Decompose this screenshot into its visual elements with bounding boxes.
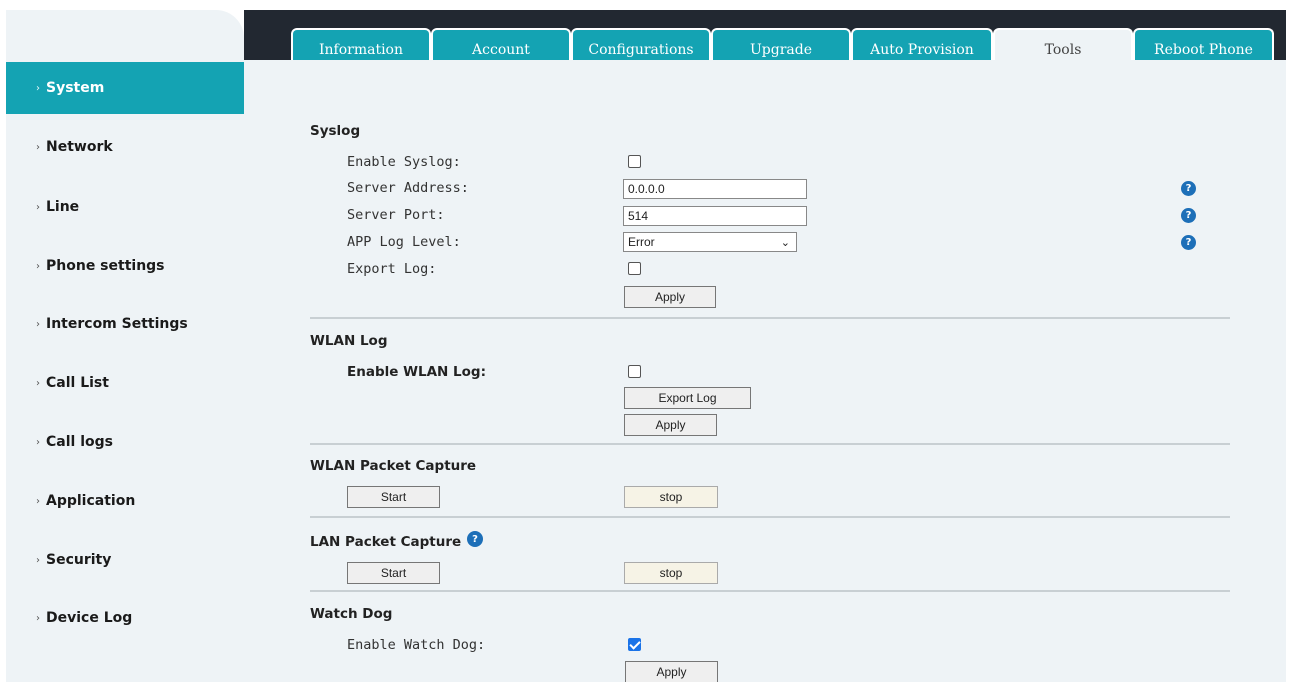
lan-capture-stop-button[interactable]: stop — [624, 562, 718, 584]
app-log-level-select[interactable]: Error ⌄ — [623, 232, 797, 252]
app-log-level-label: APP Log Level: — [347, 234, 461, 250]
help-icon[interactable]: ? — [1181, 181, 1196, 196]
chevron-right-icon: › — [36, 318, 40, 330]
enable-syslog-checkbox[interactable] — [628, 155, 641, 168]
enable-watch-dog-label: Enable Watch Dog: — [347, 637, 486, 653]
syslog-apply-button[interactable]: Apply — [624, 286, 716, 308]
wlan-log-apply-button[interactable]: Apply — [624, 414, 717, 436]
sidebar-item-label: Application — [46, 493, 136, 509]
watch-dog-apply-button[interactable]: Apply — [625, 661, 718, 682]
sidebar-item-system[interactable]: › System — [6, 62, 244, 114]
wlan-capture-stop-button[interactable]: stop — [624, 486, 718, 508]
chevron-down-icon: ⌄ — [780, 237, 790, 249]
section-title-watch-dog: Watch Dog — [310, 606, 393, 622]
enable-wlan-log-checkbox[interactable] — [628, 365, 641, 378]
sidebar-item-label: Network — [46, 139, 113, 155]
server-port-input[interactable]: 514 — [623, 206, 807, 226]
sidebar-item-device-log[interactable]: › Device Log — [6, 598, 244, 638]
chevron-right-icon: › — [36, 82, 40, 94]
chevron-right-icon: › — [36, 554, 40, 566]
help-icon[interactable]: ? — [1181, 208, 1196, 223]
sidebar-item-security[interactable]: › Security — [6, 540, 244, 580]
help-icon[interactable]: ? — [1181, 235, 1196, 250]
sidebar-item-label: Security — [46, 552, 112, 568]
sidebar-item-network[interactable]: › Network — [6, 127, 244, 167]
sidebar-item-label: Intercom Settings — [46, 316, 188, 332]
chevron-right-icon: › — [36, 612, 40, 624]
enable-wlan-log-label: Enable WLAN Log: — [347, 364, 486, 380]
sidebar-item-label: Device Log — [46, 610, 133, 626]
section-title-wlan-log: WLAN Log — [310, 333, 388, 349]
divider — [310, 516, 1230, 518]
help-icon[interactable]: ? — [467, 531, 483, 547]
app-log-level-value: Error — [628, 235, 655, 249]
chevron-right-icon: › — [36, 260, 40, 272]
tab-bar: Information Account Configurations Upgra… — [244, 10, 1286, 70]
divider — [310, 590, 1230, 592]
enable-syslog-label: Enable Syslog: — [347, 154, 461, 170]
chevron-right-icon: › — [36, 201, 40, 213]
chevron-right-icon: › — [36, 495, 40, 507]
sidebar-item-phone-settings[interactable]: › Phone settings — [6, 246, 244, 286]
main-content: Syslog Enable Syslog: Server Address: 0.… — [244, 60, 1286, 682]
sidebar-item-label: Call List — [46, 375, 109, 391]
export-log-checkbox[interactable] — [628, 262, 641, 275]
enable-watch-dog-checkbox[interactable] — [628, 638, 641, 651]
divider — [310, 443, 1230, 445]
sidebar-item-label: Call logs — [46, 434, 113, 450]
sidebar-item-call-logs[interactable]: › Call logs — [6, 422, 244, 462]
chevron-right-icon: › — [36, 436, 40, 448]
section-title-syslog: Syslog — [310, 123, 361, 139]
chevron-right-icon: › — [36, 141, 40, 153]
lan-capture-start-button[interactable]: Start — [347, 562, 440, 584]
sidebar: › System › Network › Line › Phone settin… — [6, 10, 244, 682]
chevron-right-icon: › — [36, 377, 40, 389]
sidebar-item-label: Phone settings — [46, 258, 165, 274]
sidebar-item-intercom-settings[interactable]: › Intercom Settings — [6, 304, 244, 344]
export-log-label: Export Log: — [347, 261, 437, 277]
sidebar-item-label: Line — [46, 199, 80, 215]
section-title-wlan-packet-capture: WLAN Packet Capture — [310, 458, 477, 474]
divider — [310, 317, 1230, 319]
export-log-button[interactable]: Export Log — [624, 387, 751, 409]
server-port-label: Server Port: — [347, 207, 445, 223]
wlan-capture-start-button[interactable]: Start — [347, 486, 440, 508]
sidebar-item-call-list[interactable]: › Call List — [6, 363, 244, 403]
section-title-lan-packet-capture: LAN Packet Capture — [310, 534, 462, 550]
server-address-input[interactable]: 0.0.0.0 — [623, 179, 807, 199]
server-address-label: Server Address: — [347, 180, 469, 196]
sidebar-item-line[interactable]: › Line — [6, 187, 244, 227]
sidebar-item-label: System — [46, 80, 105, 96]
sidebar-item-application[interactable]: › Application — [6, 481, 244, 521]
